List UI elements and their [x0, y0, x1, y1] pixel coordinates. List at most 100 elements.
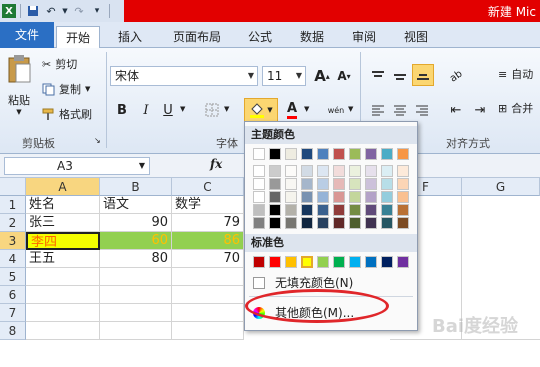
- theme-color-swatch[interactable]: [301, 165, 313, 177]
- standard-color-swatch[interactable]: [269, 256, 281, 268]
- cell-empty[interactable]: [26, 286, 100, 304]
- save-icon[interactable]: [25, 3, 41, 19]
- theme-color-swatch[interactable]: [317, 217, 329, 229]
- theme-color-swatch[interactable]: [285, 148, 297, 160]
- theme-color-swatch[interactable]: [381, 217, 393, 229]
- font-color-button[interactable]: A: [282, 100, 302, 120]
- theme-color-swatch[interactable]: [269, 148, 281, 160]
- theme-color-swatch[interactable]: [269, 191, 281, 203]
- theme-color-swatch[interactable]: [365, 148, 377, 160]
- row-header-7[interactable]: 7: [0, 304, 26, 322]
- orientation-button[interactable]: ab: [446, 66, 466, 86]
- cell-empty[interactable]: [26, 304, 100, 322]
- cell-b2[interactable]: 90: [100, 214, 172, 232]
- tab-data[interactable]: 数据: [292, 26, 332, 48]
- theme-color-swatch[interactable]: [397, 204, 409, 216]
- underline-dropdown-icon[interactable]: ▼: [180, 105, 185, 113]
- cell-b4[interactable]: 80: [100, 250, 172, 268]
- fx-icon[interactable]: fx: [210, 157, 222, 171]
- theme-color-swatch[interactable]: [381, 148, 393, 160]
- tab-file[interactable]: 文件: [0, 22, 54, 48]
- theme-color-swatch[interactable]: [285, 178, 297, 190]
- theme-color-swatch[interactable]: [269, 204, 281, 216]
- theme-color-swatch[interactable]: [381, 204, 393, 216]
- font-color-dropdown-icon[interactable]: ▼: [304, 105, 309, 113]
- standard-color-swatch[interactable]: [365, 256, 377, 268]
- theme-color-swatch[interactable]: [349, 178, 361, 190]
- theme-color-swatch[interactable]: [269, 178, 281, 190]
- theme-color-swatch[interactable]: [381, 165, 393, 177]
- theme-color-swatch[interactable]: [381, 191, 393, 203]
- cell-a1[interactable]: 姓名: [26, 196, 100, 214]
- undo-icon[interactable]: ↶: [43, 3, 59, 19]
- theme-color-swatch[interactable]: [397, 148, 409, 160]
- align-center-button[interactable]: [390, 100, 410, 120]
- cell-b1[interactable]: 语文: [100, 196, 172, 214]
- borders-dropdown-icon[interactable]: ▼: [224, 105, 229, 113]
- theme-color-swatch[interactable]: [317, 191, 329, 203]
- theme-color-swatch[interactable]: [253, 204, 265, 216]
- format-painter-button[interactable]: 格式刷: [42, 106, 92, 122]
- bold-button[interactable]: B: [112, 100, 132, 120]
- theme-color-swatch[interactable]: [317, 148, 329, 160]
- standard-color-swatch[interactable]: [301, 256, 313, 268]
- column-header-g[interactable]: G: [462, 178, 540, 196]
- phonetic-button[interactable]: wén: [326, 100, 346, 120]
- theme-color-swatch[interactable]: [317, 204, 329, 216]
- undo-dropdown-icon[interactable]: ▼: [61, 3, 69, 19]
- cell-empty[interactable]: [172, 286, 244, 304]
- borders-button[interactable]: [202, 100, 222, 120]
- merge-center-button[interactable]: ⊞ 合并: [498, 100, 533, 116]
- tab-formulas[interactable]: 公式: [240, 26, 280, 48]
- cell-empty[interactable]: [100, 304, 172, 322]
- theme-color-swatch[interactable]: [349, 204, 361, 216]
- theme-color-swatch[interactable]: [333, 178, 345, 190]
- cell-empty[interactable]: [172, 304, 244, 322]
- row-header-3[interactable]: 3: [0, 232, 26, 250]
- tab-view[interactable]: 视图: [396, 26, 436, 48]
- clipboard-launcher-icon[interactable]: ↘: [94, 136, 101, 145]
- cell-c4[interactable]: 70: [172, 250, 244, 268]
- theme-color-swatch[interactable]: [253, 178, 265, 190]
- customize-qat-icon[interactable]: ▾: [89, 3, 105, 19]
- paste-button[interactable]: 粘贴 ▼: [2, 54, 36, 116]
- name-box[interactable]: A3 ▼: [4, 157, 150, 175]
- cell-empty[interactable]: [172, 268, 244, 286]
- cell-b3[interactable]: 60: [100, 232, 172, 250]
- shrink-font-button[interactable]: A ▾: [334, 66, 354, 86]
- cell-empty[interactable]: [100, 286, 172, 304]
- redo-icon[interactable]: ↷: [71, 3, 87, 19]
- fill-color-button[interactable]: ▼: [244, 98, 278, 122]
- cell-empty[interactable]: [172, 322, 244, 340]
- theme-color-swatch[interactable]: [301, 178, 313, 190]
- theme-color-swatch[interactable]: [333, 204, 345, 216]
- theme-color-swatch[interactable]: [349, 191, 361, 203]
- theme-color-swatch[interactable]: [365, 217, 377, 229]
- standard-color-swatch[interactable]: [285, 256, 297, 268]
- cell-empty[interactable]: [26, 322, 100, 340]
- column-header-a[interactable]: A: [26, 178, 100, 196]
- tab-review[interactable]: 审阅: [344, 26, 384, 48]
- row-header-1[interactable]: 1: [0, 196, 26, 214]
- cell-empty[interactable]: [100, 322, 172, 340]
- select-all-corner[interactable]: [0, 178, 26, 196]
- cell-empty[interactable]: [100, 268, 172, 286]
- align-middle-button[interactable]: [390, 66, 410, 86]
- standard-color-swatch[interactable]: [333, 256, 345, 268]
- theme-color-swatch[interactable]: [381, 178, 393, 190]
- column-header-c[interactable]: C: [172, 178, 244, 196]
- theme-color-swatch[interactable]: [269, 217, 281, 229]
- row-header-5[interactable]: 5: [0, 268, 26, 286]
- theme-color-swatch[interactable]: [365, 204, 377, 216]
- theme-color-swatch[interactable]: [365, 178, 377, 190]
- align-right-button[interactable]: [412, 100, 432, 120]
- font-name-combo[interactable]: 宋体 ▼: [110, 66, 258, 86]
- italic-button[interactable]: I: [136, 100, 156, 120]
- font-size-combo[interactable]: 11 ▼: [262, 66, 306, 86]
- theme-color-swatch[interactable]: [333, 148, 345, 160]
- tab-home[interactable]: 开始: [56, 26, 100, 49]
- grow-font-button[interactable]: A ▴: [312, 66, 332, 86]
- cell-c1[interactable]: 数学: [172, 196, 244, 214]
- theme-color-swatch[interactable]: [349, 217, 361, 229]
- phonetic-dropdown-icon[interactable]: ▼: [348, 105, 353, 113]
